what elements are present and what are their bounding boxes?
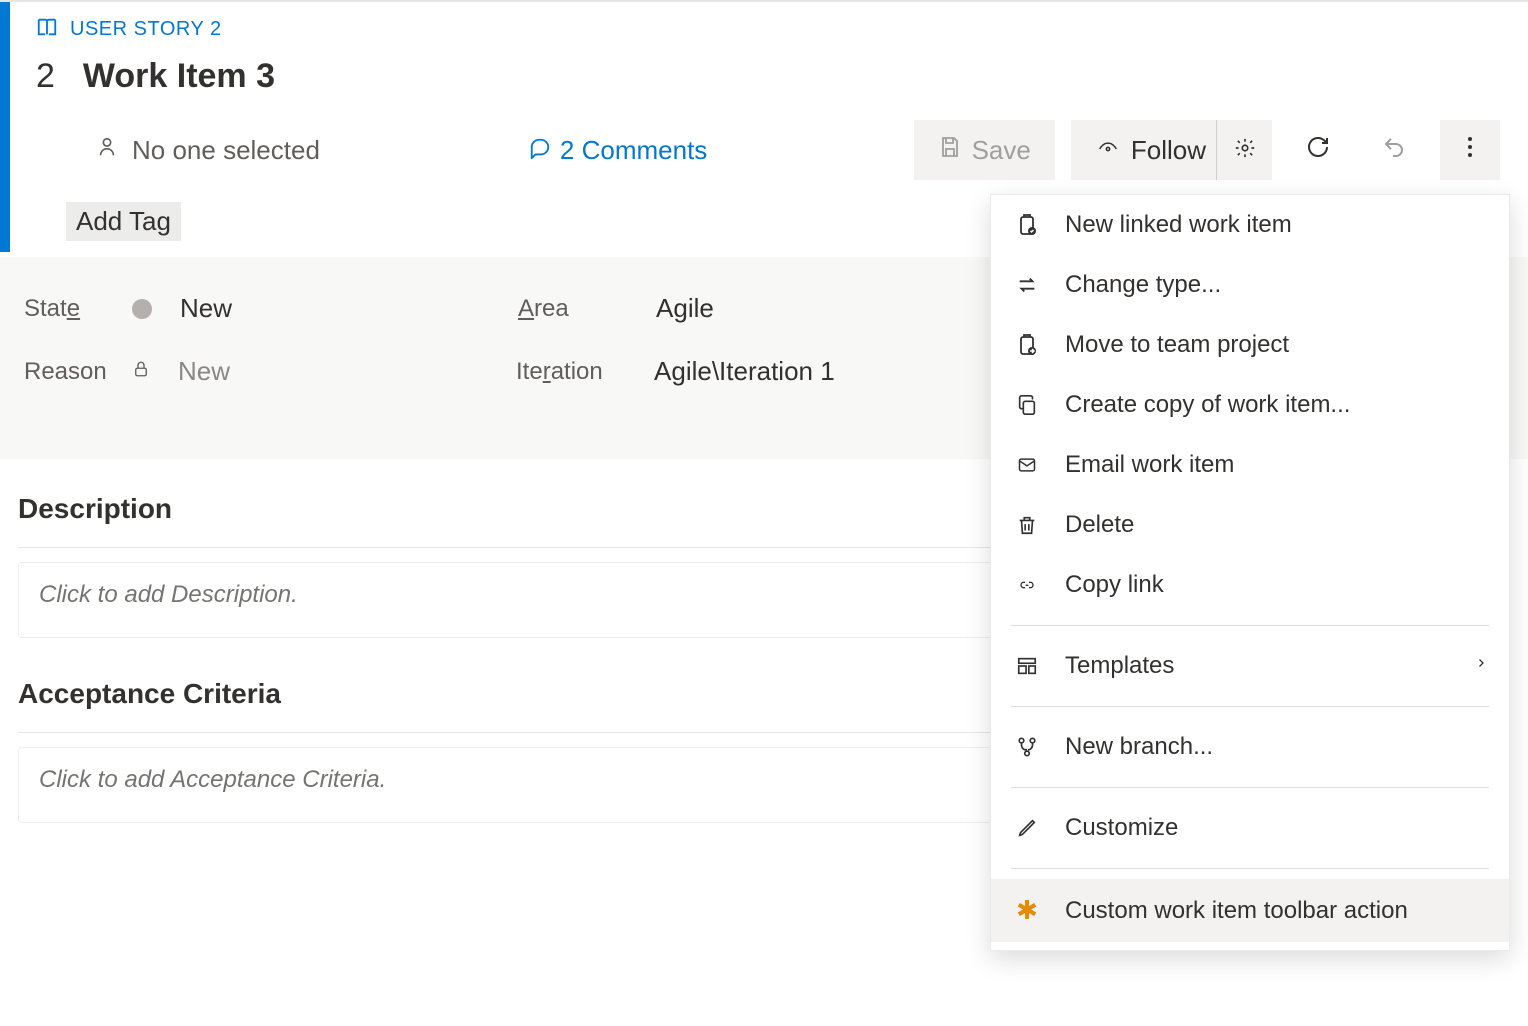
menu-label: Custom work item toolbar action [1065, 897, 1408, 925]
undo-icon [1381, 135, 1407, 166]
type-color-strip [0, 2, 10, 252]
pencil-icon [1013, 817, 1041, 839]
menu-change-type[interactable]: Change type... [991, 255, 1509, 315]
menu-label: New linked work item [1065, 211, 1292, 239]
save-icon [938, 135, 962, 166]
menu-separator [1011, 706, 1489, 707]
copy-icon [1013, 393, 1041, 417]
menu-label: Change type... [1065, 271, 1221, 299]
menu-label: Create copy of work item... [1065, 391, 1350, 419]
follow-label: Follow [1131, 135, 1206, 166]
work-item-title[interactable]: Work Item 3 [83, 57, 275, 96]
more-actions-button[interactable] [1440, 120, 1500, 180]
add-tag-button[interactable]: Add Tag [66, 202, 181, 241]
work-item-id: 2 [36, 57, 55, 96]
assignee-label: No one selected [132, 135, 320, 166]
work-item-type-row: USER STORY 2 [36, 8, 1528, 43]
clipboard-check-icon [1013, 212, 1041, 238]
reason-label: Reason [24, 358, 114, 386]
menu-label: Templates [1065, 652, 1174, 680]
state-field[interactable]: State New [24, 293, 232, 324]
mail-icon [1013, 455, 1041, 475]
comment-icon [528, 135, 552, 166]
work-item-type-label[interactable]: USER STORY 2 [70, 18, 222, 41]
menu-label: Customize [1065, 814, 1178, 842]
menu-email-work-item[interactable]: Email work item [991, 435, 1509, 495]
gear-icon [1234, 137, 1256, 164]
menu-customize[interactable]: Customize [991, 798, 1509, 858]
menu-label: Copy link [1065, 571, 1164, 599]
menu-label: Delete [1065, 511, 1134, 539]
menu-new-branch[interactable]: New branch... [991, 717, 1509, 777]
follow-settings-button[interactable] [1216, 120, 1272, 180]
reason-value: New [178, 356, 230, 387]
area-value: Agile [656, 293, 714, 324]
menu-templates[interactable]: Templates [991, 636, 1509, 696]
iteration-label: Iteration [516, 358, 636, 386]
assigned-to-field[interactable]: No one selected [96, 135, 320, 166]
state-dot-icon [132, 299, 152, 319]
more-actions-menu: New linked work item Change type... Move… [990, 194, 1510, 951]
asterisk-icon: ✱ [1013, 895, 1041, 926]
swap-icon [1013, 274, 1041, 296]
eye-icon [1095, 135, 1121, 166]
save-button: Save [914, 120, 1055, 180]
menu-separator [1011, 625, 1489, 626]
state-label: State [24, 295, 114, 323]
menu-new-linked-work-item[interactable]: New linked work item [991, 195, 1509, 255]
menu-move-to-team-project[interactable]: Move to team project [991, 315, 1509, 375]
branch-icon [1013, 734, 1041, 760]
follow-button[interactable]: Follow [1071, 120, 1216, 180]
link-icon [1013, 577, 1041, 593]
clipboard-arrow-icon [1013, 332, 1041, 358]
chevron-right-icon [1475, 653, 1487, 679]
comments-link[interactable]: 2 Comments [528, 135, 707, 166]
top-border [0, 0, 1528, 2]
area-field[interactable]: Area Agile [518, 293, 714, 324]
reason-field[interactable]: Reason New [24, 356, 230, 387]
menu-copy-link[interactable]: Copy link [991, 555, 1509, 615]
revert-button[interactable] [1364, 120, 1424, 180]
iteration-value: Agile\Iteration 1 [654, 356, 835, 387]
refresh-button[interactable] [1288, 120, 1348, 180]
area-label: Area [518, 295, 638, 323]
iteration-field[interactable]: Iteration Agile\Iteration 1 [516, 356, 835, 387]
menu-label: New branch... [1065, 733, 1213, 761]
menu-separator [1011, 787, 1489, 788]
toolbar-row: No one selected 2 Comments Save Foll [36, 96, 1528, 190]
toolbar-right: Save Follow [914, 120, 1500, 180]
save-label: Save [972, 135, 1031, 166]
template-icon [1013, 655, 1041, 677]
menu-separator [1011, 868, 1489, 869]
title-row: 2 Work Item 3 [36, 43, 1528, 96]
lock-icon [132, 358, 150, 385]
state-value: New [180, 293, 232, 324]
trash-icon [1013, 513, 1041, 537]
book-icon [36, 16, 58, 43]
menu-label: Move to team project [1065, 331, 1289, 359]
refresh-icon [1306, 135, 1330, 166]
menu-delete[interactable]: Delete [991, 495, 1509, 555]
menu-custom-work-item-toolbar-action[interactable]: ✱ Custom work item toolbar action [991, 879, 1509, 942]
comments-label: 2 Comments [560, 135, 707, 166]
person-icon [96, 135, 118, 166]
menu-label: Email work item [1065, 451, 1234, 479]
menu-create-copy[interactable]: Create copy of work item... [991, 375, 1509, 435]
more-vertical-icon [1467, 135, 1473, 166]
